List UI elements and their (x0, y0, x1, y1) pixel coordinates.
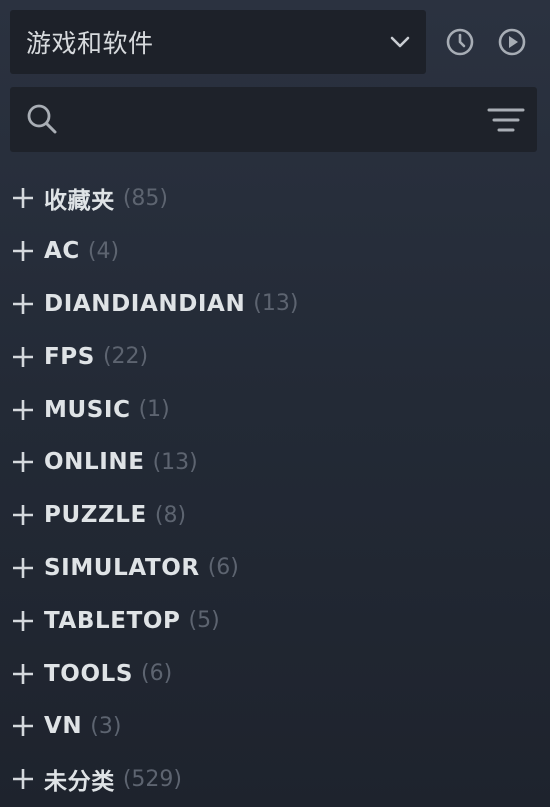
expand-plus-icon[interactable] (12, 715, 34, 737)
recent-games-button[interactable] (442, 24, 478, 60)
library-search-bar (10, 87, 537, 152)
collection-name: 未分类 (44, 769, 115, 796)
collection-name: AC (44, 238, 80, 265)
collection-item[interactable]: VN (3) (0, 700, 550, 753)
collection-item[interactable]: ONLINE (13) (0, 436, 550, 489)
collection-item[interactable]: FPS (22) (0, 330, 550, 383)
expand-plus-icon[interactable] (12, 504, 34, 526)
collection-count: (5) (188, 608, 220, 634)
collection-count: (85) (122, 185, 168, 211)
collection-count: (3) (90, 713, 122, 739)
expand-plus-icon[interactable] (12, 293, 34, 315)
clock-icon (446, 28, 474, 56)
expand-plus-icon[interactable] (12, 557, 34, 579)
library-header: 游戏和软件 (10, 10, 540, 76)
chevron-down-icon (390, 36, 410, 48)
collection-count: (13) (253, 291, 299, 317)
expand-plus-icon[interactable] (12, 610, 34, 632)
collection-name: DIANDIANDIAN (44, 290, 246, 317)
expand-plus-icon[interactable] (12, 240, 34, 262)
collection-name: FPS (44, 343, 95, 370)
filter-lines-icon[interactable] (487, 105, 525, 135)
collection-name: TOOLS (44, 660, 134, 687)
expand-plus-icon[interactable] (12, 346, 34, 368)
collection-count: (13) (152, 449, 198, 475)
collection-count: (6) (207, 555, 239, 581)
collection-count: (6) (141, 661, 173, 687)
collection-name: SIMULATOR (44, 554, 200, 581)
collection-name: TABLETOP (44, 607, 181, 634)
collection-name: ONLINE (44, 449, 145, 476)
collection-item[interactable]: SIMULATOR (6) (0, 542, 550, 595)
collection-item[interactable]: 收藏夹 (85) (0, 172, 550, 225)
expand-plus-icon[interactable] (12, 768, 34, 790)
collection-count: (4) (87, 238, 120, 264)
collection-count: (8) (154, 502, 187, 528)
expand-plus-icon[interactable] (12, 187, 34, 209)
collection-item[interactable]: 未分类 (529) (0, 753, 550, 806)
collection-item[interactable]: PUZZLE (8) (0, 489, 550, 542)
collection-item[interactable]: TABLETOP (5) (0, 594, 550, 647)
expand-plus-icon[interactable] (12, 451, 34, 473)
filter-dropdown-label: 游戏和软件 (26, 29, 154, 58)
collection-item[interactable]: DIANDIANDIAN (13) (0, 278, 550, 331)
search-icon (27, 104, 57, 134)
collection-name: PUZZLE (44, 502, 147, 529)
play-icon (498, 28, 526, 56)
collection-count: (1) (138, 397, 170, 423)
collection-name: MUSIC (44, 396, 131, 423)
collection-list: 收藏夹 (85) AC (4) DIANDIANDIAN (13) FPS (2… (0, 172, 550, 806)
library-filter-dropdown[interactable]: 游戏和软件 (10, 10, 426, 74)
collection-item[interactable]: TOOLS (6) (0, 647, 550, 700)
collection-item[interactable]: AC (4) (0, 225, 550, 278)
collection-name: 收藏夹 (44, 188, 115, 215)
expand-plus-icon[interactable] (12, 399, 34, 421)
collection-count: (22) (102, 344, 149, 370)
search-input[interactable] (70, 99, 474, 141)
play-game-button[interactable] (494, 24, 530, 60)
collection-item[interactable]: MUSIC (1) (0, 383, 550, 436)
collection-name: VN (44, 713, 83, 740)
expand-plus-icon[interactable] (12, 663, 34, 685)
collection-count: (529) (122, 766, 182, 792)
